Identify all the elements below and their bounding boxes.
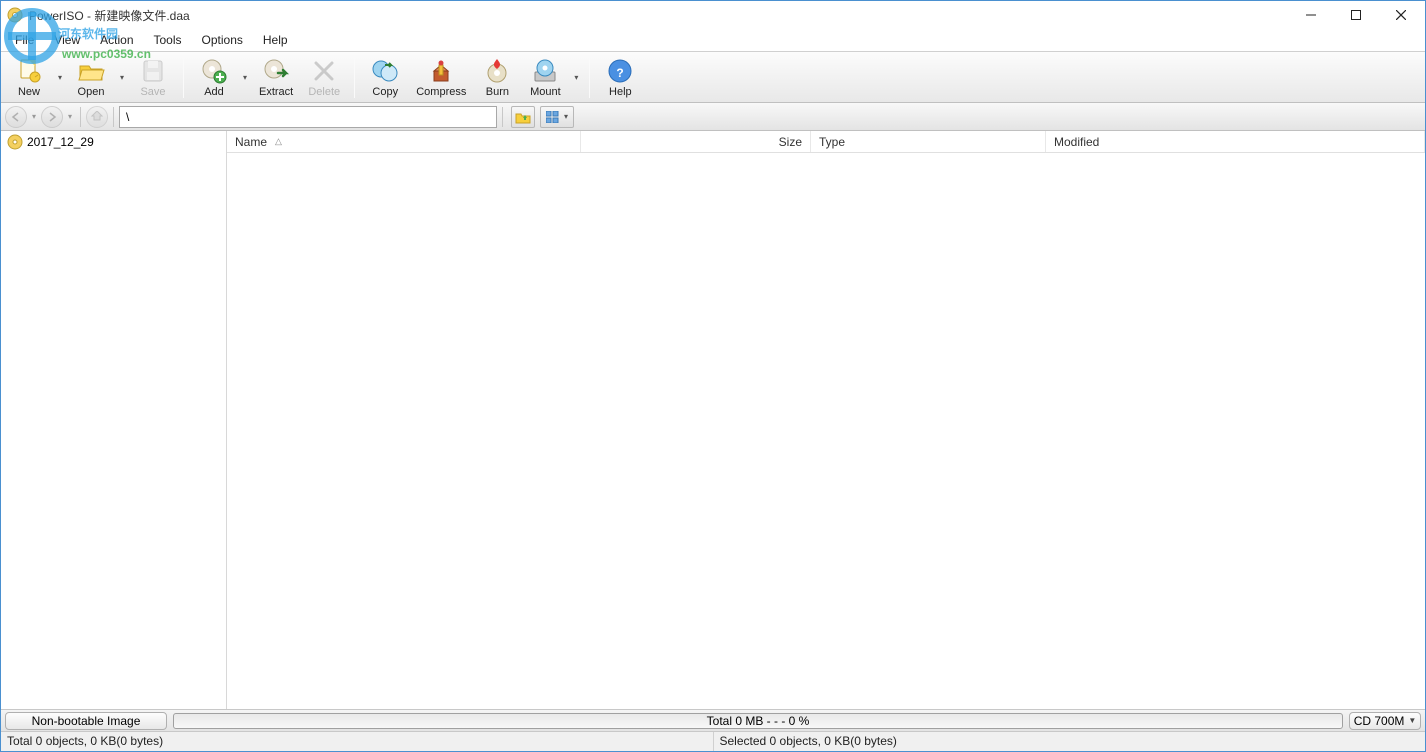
mount-label: Mount [530, 86, 561, 98]
statusbar: Total 0 objects, 0 KB(0 bytes) Selected … [1, 731, 1425, 751]
new-label: New [18, 86, 40, 98]
status-total: Total 0 objects, 0 KB(0 bytes) [1, 732, 714, 751]
help-icon: ? [606, 57, 634, 85]
burn-icon [483, 57, 511, 85]
menu-tools[interactable]: Tools [144, 31, 192, 49]
open-icon [77, 57, 105, 85]
status-selected: Selected 0 objects, 0 KB(0 bytes) [714, 732, 1426, 751]
menu-help[interactable]: Help [253, 31, 298, 49]
new-button[interactable]: New [5, 53, 53, 101]
tree-root-item[interactable]: 2017_12_29 [3, 133, 224, 151]
nav-separator [502, 107, 503, 127]
delete-button[interactable]: Delete [300, 53, 348, 101]
save-icon [139, 57, 167, 85]
column-name[interactable]: Name △ [227, 131, 581, 152]
save-button[interactable]: Save [129, 53, 177, 101]
menu-action[interactable]: Action [90, 31, 143, 49]
delete-icon [310, 57, 338, 85]
tree-root-label: 2017_12_29 [27, 135, 94, 149]
extract-label: Extract [259, 86, 293, 98]
column-size[interactable]: Size [581, 131, 811, 152]
maximize-button[interactable] [1333, 1, 1378, 29]
tree-panel[interactable]: 2017_12_29 [1, 131, 227, 709]
titlebar: PowerISO - 新建映像文件.daa [1, 1, 1425, 29]
disc-size-selector[interactable]: CD 700M▼ [1349, 712, 1421, 730]
add-icon [200, 57, 228, 85]
nav-forward-dropdown[interactable]: ▾ [65, 112, 75, 121]
sort-asc-icon: △ [275, 136, 282, 147]
copy-label: Copy [372, 86, 398, 98]
nav-back-dropdown[interactable]: ▾ [29, 112, 39, 121]
column-modified-label: Modified [1054, 135, 1099, 149]
add-button[interactable]: Add [190, 53, 238, 101]
menubar: File View Action Tools Options Help [1, 29, 1425, 51]
compress-button[interactable]: Compress [409, 53, 473, 101]
menu-options[interactable]: Options [192, 31, 253, 49]
menu-view[interactable]: View [44, 31, 90, 49]
progress-row: Non-bootable Image Total 0 MB - - - 0 % … [1, 709, 1425, 731]
list-header: Name △ Size Type Modified [227, 131, 1425, 153]
column-name-label: Name [235, 135, 267, 149]
nav-view-button[interactable]: ▾ [540, 106, 574, 128]
path-input[interactable] [119, 106, 497, 128]
mount-dropdown[interactable]: ▾ [569, 53, 583, 101]
new-dropdown[interactable]: ▾ [53, 53, 67, 101]
boot-status-label: Non-bootable Image [32, 714, 141, 728]
extract-button[interactable]: Extract [252, 53, 300, 101]
burn-button[interactable]: Burn [473, 53, 521, 101]
menu-file[interactable]: File [5, 31, 44, 49]
copy-button[interactable]: Copy [361, 53, 409, 101]
minimize-button[interactable] [1288, 1, 1333, 29]
toolbar-separator [183, 56, 184, 98]
save-label: Save [140, 86, 165, 98]
open-label: Open [78, 86, 105, 98]
chevron-down-icon: ▼ [1408, 716, 1416, 725]
main-area: 2017_12_29 Name △ Size Type Modified [1, 131, 1425, 709]
mount-icon [531, 57, 559, 85]
nav-back-button[interactable] [5, 106, 27, 128]
app-icon [7, 7, 23, 23]
delete-label: Delete [308, 86, 340, 98]
toolbar-separator [354, 56, 355, 98]
open-dropdown[interactable]: ▾ [115, 53, 129, 101]
compress-icon [427, 57, 455, 85]
new-icon [15, 57, 43, 85]
compress-label: Compress [416, 86, 466, 98]
navbar: ▾ ▾ ▾ [1, 103, 1425, 131]
disc-icon [7, 134, 23, 150]
column-size-label: Size [779, 135, 802, 149]
column-modified[interactable]: Modified [1046, 131, 1425, 152]
nav-forward-button[interactable] [41, 106, 63, 128]
add-dropdown[interactable]: ▾ [238, 53, 252, 101]
mount-button[interactable]: Mount [521, 53, 569, 101]
nav-separator [113, 107, 114, 127]
help-button[interactable]: ? Help [596, 53, 644, 101]
open-button[interactable]: Open [67, 53, 115, 101]
nav-up-button[interactable] [86, 106, 108, 128]
window-title: PowerISO - 新建映像文件.daa [29, 7, 1288, 24]
nav-separator [80, 107, 81, 127]
extract-icon [262, 57, 290, 85]
size-progress-bar: Total 0 MB - - - 0 % [173, 713, 1343, 729]
copy-icon [371, 57, 399, 85]
svg-text:?: ? [617, 66, 624, 80]
column-type[interactable]: Type [811, 131, 1046, 152]
window-controls [1288, 1, 1423, 29]
list-panel: Name △ Size Type Modified [227, 131, 1425, 709]
toolbar-separator [589, 56, 590, 98]
progress-text: Total 0 MB - - - 0 % [707, 714, 810, 728]
toolbar: New ▾ Open ▾ Save Add ▾ Extract Delete C… [1, 51, 1425, 103]
close-button[interactable] [1378, 1, 1423, 29]
boot-status-button[interactable]: Non-bootable Image [5, 712, 167, 730]
add-label: Add [204, 86, 224, 98]
column-type-label: Type [819, 135, 845, 149]
burn-label: Burn [486, 86, 509, 98]
nav-folder-up-button[interactable] [511, 106, 535, 128]
disc-size-label: CD 700M [1354, 714, 1405, 728]
list-body[interactable] [227, 153, 1425, 709]
help-label: Help [609, 86, 632, 98]
